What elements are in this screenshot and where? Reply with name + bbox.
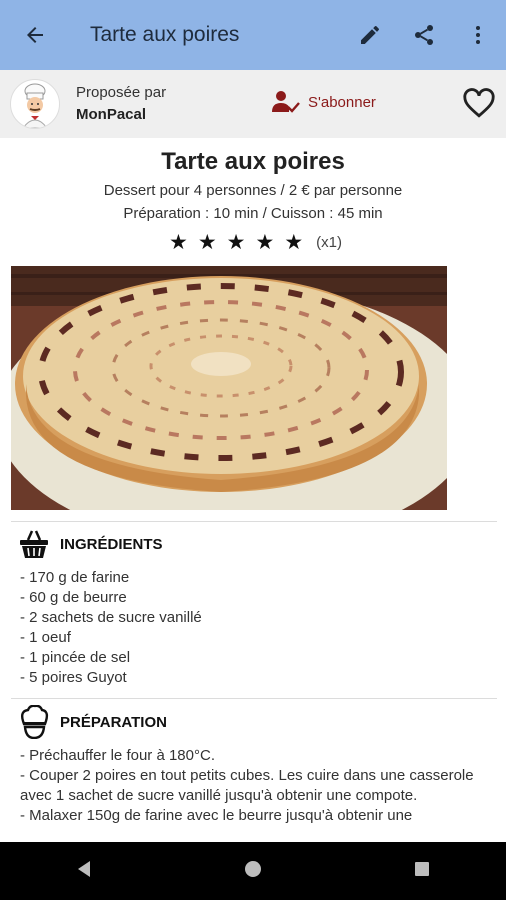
chef-avatar-icon (22, 83, 48, 128)
arrow-back-icon (27, 27, 43, 43)
star-icon: ★ (169, 231, 188, 254)
divider (11, 521, 497, 522)
person-check-icon (272, 91, 300, 113)
rating-count: (x1) (316, 234, 342, 251)
pear-tart-image (11, 266, 447, 510)
system-nav-bar (0, 842, 506, 900)
subscribe-label: S'abonner (308, 93, 376, 111)
circle-home-icon (244, 860, 261, 877)
author-name[interactable]: MonPacal (76, 104, 166, 126)
subscribe-button[interactable]: S'abonner (272, 90, 376, 114)
divider (11, 698, 497, 699)
star-icon: ★ (197, 231, 217, 254)
nav-back-button[interactable] (74, 859, 94, 884)
proposed-by-label: Proposée par (76, 84, 167, 101)
nav-recents-button[interactable] (412, 859, 432, 884)
square-recents-icon (414, 861, 429, 876)
ingredient-item: - 2 sachets de sucre vanillé (20, 609, 202, 626)
rating[interactable]: ★ ★ ★ ★ ★ (x1) (0, 230, 506, 255)
preparation-step: - Malaxer 150g de farine avec le beurre … (20, 807, 413, 824)
recipe-servings: Dessert pour 4 personnes / 2 € par perso… (103, 182, 403, 199)
preparation-steps: - Préchauffer le four à 180°C. - Couper … (20, 746, 490, 826)
app-bar-title: Tarte aux poires (90, 23, 240, 46)
pencil-icon (361, 26, 379, 44)
chef-hat-icon (20, 705, 49, 739)
more-options-button[interactable] (454, 0, 502, 70)
recipe-times: Préparation : 10 min / Cuisson : 45 min (123, 205, 383, 222)
recipe-title: Tarte aux poires (161, 148, 345, 175)
ingredient-item: - 60 g de beurre (20, 589, 127, 606)
share-button[interactable] (400, 0, 448, 70)
app-bar: Tarte aux poires (0, 0, 506, 70)
preparation-step: - Couper 2 poires en tout petits cubes. … (20, 767, 474, 804)
ingredient-item: - 1 pincée de sel (20, 649, 131, 666)
preparation-step: - Préchauffer le four à 180°C. (20, 747, 215, 764)
back-button[interactable] (0, 0, 70, 70)
author-avatar[interactable] (10, 79, 60, 129)
recipe-photo[interactable] (11, 266, 447, 510)
author-info: Proposée par MonPacal (76, 82, 166, 126)
share-icon (415, 25, 433, 45)
star-icon: ★ (226, 231, 246, 254)
star-icon: ★ (284, 231, 304, 254)
favorite-button[interactable] (462, 86, 496, 125)
ingredient-item: - 170 g de farine (20, 569, 130, 586)
ingredient-item: - 1 oeuf (20, 629, 71, 646)
heart-outline-icon (463, 88, 495, 118)
triangle-back-icon (78, 860, 91, 877)
ingredients-list: - 170 g de farine - 60 g de beurre - 2 s… (20, 568, 202, 688)
author-bar: Proposée par MonPacal S'abonner (0, 70, 506, 138)
edit-button[interactable] (346, 0, 394, 70)
nav-home-button[interactable] (243, 859, 263, 884)
basket-icon (20, 530, 48, 558)
ingredient-item: - 5 poires Guyot (20, 669, 127, 686)
star-icon: ★ (255, 231, 275, 254)
ingredients-heading: INGRÉDIENTS (60, 535, 163, 553)
more-vert-icon (476, 26, 480, 44)
preparation-heading: PRÉPARATION (60, 713, 167, 731)
ingredients-header: INGRÉDIENTS (18, 528, 163, 560)
preparation-header: PRÉPARATION (18, 705, 167, 739)
